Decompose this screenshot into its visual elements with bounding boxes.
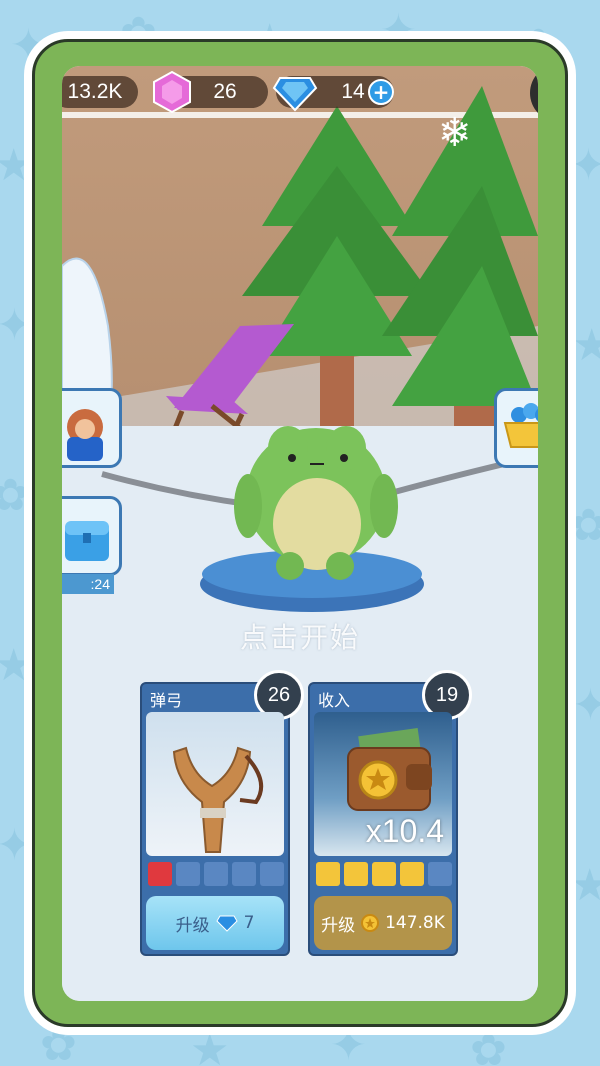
character-button[interactable] [62,388,122,468]
slingshot-icon [172,746,264,853]
diamond-counter: 14 + [272,76,394,112]
top-resource-bar: 13.2K 26 14 + ⚙ [62,66,538,122]
pink-gem-counter: 26 [153,70,268,114]
level-pip [316,862,340,886]
slingshot-upgrade-card[interactable]: 弹弓 26 升级 7 [140,670,304,956]
add-diamonds-button[interactable]: + [368,79,394,105]
pink-gem-count: 26 [213,80,237,103]
tap-to-start-text[interactable]: 点击开始 [62,616,538,656]
treasure-chest-button[interactable] [62,496,122,576]
level-pip [204,862,228,886]
coin-icon [361,914,380,932]
card-title: 弹弓 [150,691,183,710]
card-title: 收入 [318,691,351,710]
chest-timer: :24 [62,574,114,594]
pink-gem-icon [153,70,191,114]
game-scene [62,66,538,1001]
slingshot-upgrade-button[interactable]: 升级 7 [146,896,284,950]
level-pip [176,862,200,886]
income-multiplier: x10.4 [365,813,444,849]
chest-timer-text: :24 [90,576,110,592]
gem-basket-button[interactable] [494,388,538,468]
level-pip [344,862,368,886]
character-avatar-icon [67,409,103,461]
level-pip [232,862,256,886]
upgrade-label: 升级 [175,915,210,936]
snowflake-icon: ❄ [438,110,472,156]
level-pips [148,862,284,886]
upgrade-cost: 7 [243,913,255,933]
upgrade-label: 升级 [321,915,356,936]
income-upgrade-button[interactable]: 升级 147.8K [314,896,452,950]
treasure-chest-icon [65,521,109,561]
level-pip [148,862,172,886]
diamond-icon [215,915,238,932]
level-pips [316,862,452,886]
upgrade-cost: 147.8K [385,913,445,933]
slingshot-image [146,712,284,856]
coin-counter: 13.2K [62,76,138,108]
income-upgrade-card[interactable]: 收入 19 x10.4 升级 147.8K [308,670,472,956]
level-pip [372,862,396,886]
wallet-image: x10.4 [314,712,452,856]
level-pip [428,862,452,886]
gem-basket-icon [503,403,538,448]
level-pip [260,862,284,886]
diamond-icon [272,77,318,112]
level-pip [400,862,424,886]
scene-art [62,86,538,1001]
game-screen[interactable]: 13.2K 26 14 + ⚙ ❄ [62,66,538,1001]
coin-count: 13.2K [67,80,123,103]
diamond-count: 14 [341,80,365,103]
settings-button[interactable]: ⚙ [530,66,538,122]
